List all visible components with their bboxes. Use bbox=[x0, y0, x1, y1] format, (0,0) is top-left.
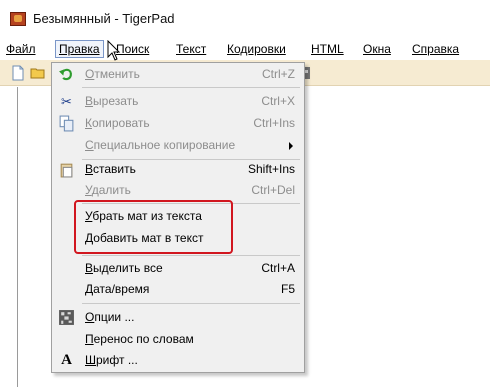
menu-encodings[interactable]: Кодировки bbox=[224, 40, 289, 58]
undo-icon bbox=[59, 68, 72, 81]
menu-item-select-all-label: ыделить все bbox=[93, 261, 163, 275]
menu-item-date-time-shortcut: F5 bbox=[280, 282, 295, 296]
tigerpad-app-icon[interactable] bbox=[10, 12, 26, 26]
menu-item-options-accel: О bbox=[85, 310, 95, 324]
mouse-cursor-icon bbox=[107, 40, 121, 61]
menu-item-cut[interactable]: ✂ Вырезать Ctrl+X bbox=[53, 91, 303, 112]
menu-windows[interactable]: Окна bbox=[360, 40, 394, 58]
menu-item-paste[interactable]: Вставить Shift+Ins bbox=[53, 159, 303, 180]
menu-item-delete-shortcut: Ctrl+Del bbox=[251, 183, 295, 197]
menu-item-paste-accel: В bbox=[85, 162, 94, 176]
menu-item-special-copy-accel: С bbox=[85, 138, 94, 152]
paste-icon bbox=[60, 163, 73, 178]
menu-html[interactable]: HTML bbox=[308, 40, 347, 58]
submenu-arrow-icon bbox=[289, 142, 293, 150]
menu-item-copy-shortcut: Ctrl+Ins bbox=[253, 116, 295, 130]
menu-item-undo-label: тменить bbox=[94, 67, 140, 81]
menu-item-select-all-accel: В bbox=[85, 261, 94, 275]
menu-item-word-wrap-accel: П bbox=[85, 332, 94, 346]
menu-text[interactable]: Текст bbox=[173, 40, 209, 58]
window-title: Безымянный - TigerPad bbox=[33, 11, 175, 26]
menu-item-cut-label: ырезать bbox=[93, 94, 139, 108]
menu-item-copy-accel: К bbox=[85, 116, 92, 130]
menu-item-delete-accel: У bbox=[85, 183, 92, 197]
menu-item-options[interactable]: Опции ... bbox=[53, 307, 303, 328]
menu-item-copy-label: опировать bbox=[92, 116, 150, 130]
open-folder-icon[interactable] bbox=[30, 65, 46, 81]
menu-separator bbox=[82, 255, 300, 256]
menu-item-undo[interactable]: Отменить Ctrl+Z bbox=[53, 64, 303, 85]
menu-item-date-time-accel: Д bbox=[85, 282, 94, 296]
menu-bar: Файл Правка Поиск Текст Кодировки HTML О… bbox=[0, 38, 490, 58]
menu-item-delete[interactable]: Удалить Ctrl+Del bbox=[53, 180, 303, 201]
copy-icon bbox=[59, 115, 74, 132]
menu-item-paste-shortcut: Shift+Ins bbox=[247, 162, 295, 176]
menu-item-select-all-shortcut: Ctrl+A bbox=[261, 261, 295, 275]
font-icon: A bbox=[61, 352, 72, 368]
menu-item-font-accel: Ш bbox=[85, 353, 96, 367]
menu-item-date-time[interactable]: Дата/время F5 bbox=[53, 279, 303, 300]
new-file-icon[interactable] bbox=[10, 65, 26, 81]
menu-item-word-wrap[interactable]: Перенос по словам bbox=[53, 329, 303, 350]
menu-file[interactable]: Файл bbox=[3, 40, 39, 58]
highlight-annotation bbox=[74, 200, 233, 254]
menu-edit[interactable]: Правка bbox=[55, 40, 104, 58]
menu-item-undo-accel: О bbox=[85, 67, 95, 81]
menu-item-date-time-label: ата/время bbox=[93, 282, 150, 296]
menu-item-special-copy-label: пециальное копирование bbox=[93, 138, 236, 152]
menu-item-options-label: пции ... bbox=[94, 310, 135, 324]
scissors-icon: ✂ bbox=[61, 93, 72, 109]
menu-item-word-wrap-label: еренос по словам bbox=[93, 332, 194, 346]
menu-item-select-all[interactable]: Выделить все Ctrl+A bbox=[53, 258, 303, 279]
menu-item-undo-shortcut: Ctrl+Z bbox=[262, 67, 295, 81]
menu-item-copy[interactable]: Копировать Ctrl+Ins bbox=[53, 113, 303, 134]
menu-item-paste-label: ставить bbox=[93, 162, 136, 176]
menu-help[interactable]: Справка bbox=[409, 40, 462, 58]
menu-separator bbox=[82, 303, 300, 304]
title-bar: Безымянный - TigerPad bbox=[0, 0, 490, 36]
editor-left-border bbox=[17, 87, 18, 387]
menu-item-font[interactable]: A Шрифт ... bbox=[53, 350, 303, 371]
menu-item-special-copy[interactable]: Специальное копирование bbox=[53, 135, 303, 156]
menu-item-cut-shortcut: Ctrl+X bbox=[261, 94, 295, 108]
menu-separator bbox=[82, 87, 300, 88]
options-icon bbox=[59, 310, 74, 325]
menu-item-font-label: рифт ... bbox=[96, 353, 138, 367]
menu-item-cut-accel: В bbox=[85, 94, 94, 108]
menu-item-delete-label: далить bbox=[91, 183, 131, 197]
